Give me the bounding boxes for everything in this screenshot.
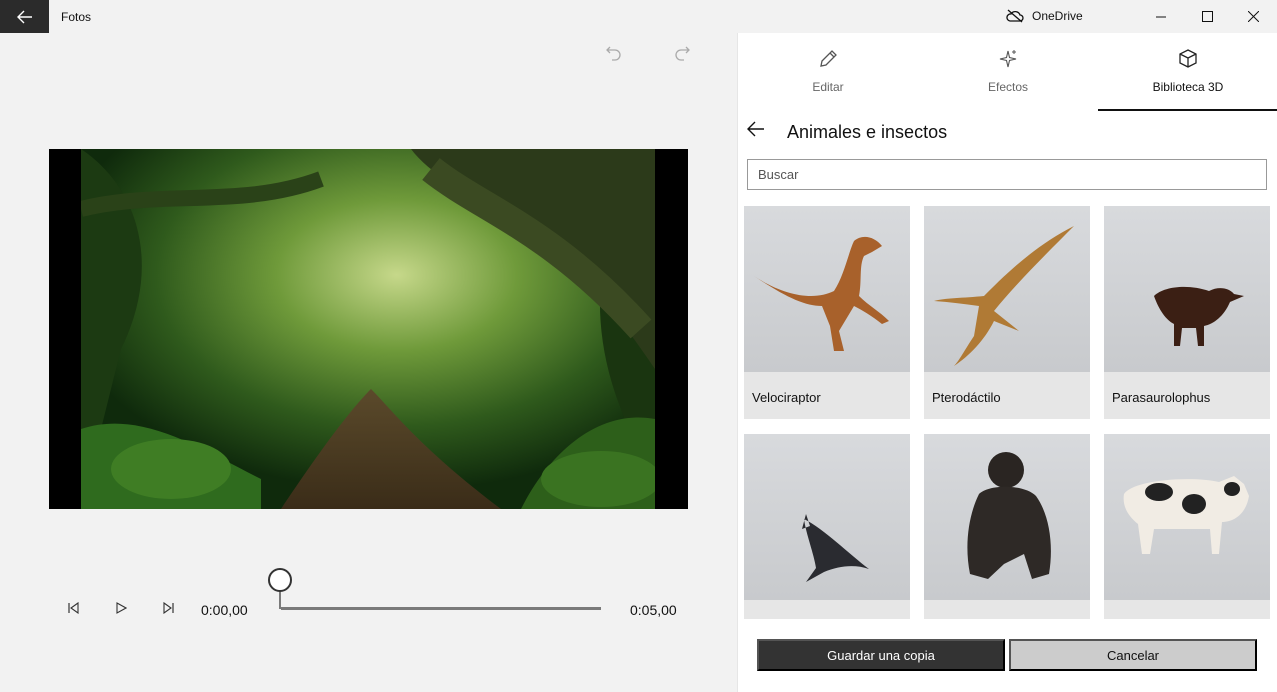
playhead-stem [279,589,281,609]
timeline: 0:00,00 0:05,00 [0,560,736,630]
previous-frame-button[interactable] [61,596,85,620]
cloud-off-icon [1006,9,1024,23]
model-card-pterodactilo[interactable]: Pterodáctilo [924,206,1090,419]
video-preview[interactable] [49,149,688,509]
velociraptor-thumbnail [744,206,910,372]
minimize-icon [1156,16,1166,17]
redo-button[interactable] [672,43,692,63]
pterodactilo-thumbnail [924,206,1090,372]
tab-label: Efectos [987,80,1029,94]
back-button[interactable] [0,0,49,33]
skip-back-icon [68,602,79,614]
model-card-velociraptor[interactable]: Velociraptor [744,206,910,419]
maximize-button[interactable] [1184,0,1230,33]
model-card-parasaurolophus[interactable]: Parasaurolophus [1104,206,1270,419]
play-button[interactable] [109,596,133,620]
undo-icon [606,46,621,61]
onedrive-status[interactable]: OneDrive [1006,9,1083,23]
tab-biblioteca-3d[interactable]: Biblioteca 3D [1098,33,1277,111]
cow-thumbnail [1104,434,1270,600]
shark-thumbnail [744,434,910,600]
model-label: Pterodáctilo [932,390,1001,405]
tab-editar[interactable]: Editar [738,33,918,111]
maximize-icon [1201,11,1213,22]
close-icon [1247,11,1259,22]
3d-cube-icon [1179,49,1197,68]
sparkle-icon [999,50,1017,68]
model-card-chimpanzee[interactable] [924,434,1090,619]
model-label: Parasaurolophus [1112,390,1211,405]
library-back-button[interactable] [746,119,770,143]
onedrive-label: OneDrive [1032,9,1083,23]
app-title: Fotos [61,10,92,24]
play-icon [116,602,127,614]
timeline-track[interactable] [281,607,601,610]
parasaurolophus-thumbnail [1104,206,1270,372]
tab-label: Editar [812,80,844,94]
save-copy-button[interactable]: Guardar una copia [757,639,1005,671]
chimpanzee-thumbnail [924,434,1090,600]
side-panel: Editar Efectos Biblioteca 3D Animales e … [737,33,1277,692]
tab-efectos[interactable]: Efectos [918,33,1098,111]
close-button[interactable] [1230,0,1276,33]
end-time: 0:05,00 [630,602,677,618]
current-time: 0:00,00 [201,602,248,618]
model-card-shark[interactable] [744,434,910,619]
skip-forward-icon [163,602,174,614]
jungle-image [81,149,655,509]
library-category-title: Animales e insectos [787,122,948,142]
playhead-handle[interactable] [268,568,292,592]
model-grid: Velociraptor Pterodáctilo Parasaurolophu… [744,206,1277,619]
cancel-button[interactable]: Cancelar [1009,639,1257,671]
redo-icon [675,46,690,61]
search-input[interactable] [747,159,1267,190]
arrow-left-icon [16,10,32,23]
title-bar: Fotos OneDrive [0,0,1277,33]
minimize-button[interactable] [1138,0,1184,33]
next-frame-button[interactable] [157,596,181,620]
model-label: Velociraptor [752,390,821,405]
tab-label: Biblioteca 3D [1152,80,1224,94]
arrow-left-icon [747,121,764,137]
model-card-cow[interactable] [1104,434,1270,619]
tab-bar: Editar Efectos Biblioteca 3D [738,33,1277,111]
pencil-icon [820,50,837,67]
undo-button[interactable] [604,43,624,63]
